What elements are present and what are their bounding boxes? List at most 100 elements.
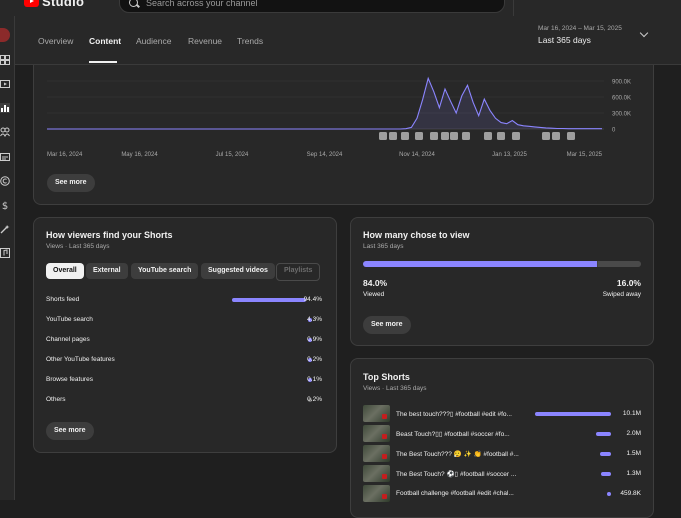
chart-area: [47, 78, 602, 129]
svg-text:$: $: [2, 201, 8, 210]
logo-text: Studio: [42, 0, 85, 9]
swiped-percent: 16.0%: [616, 278, 641, 288]
top-bar: Studio: [0, 0, 681, 16]
traffic-source-value: 0.9%: [307, 336, 322, 343]
community-icon[interactable]: [0, 127, 10, 137]
video-upload-marker[interactable]: [512, 132, 520, 140]
audio-library-icon[interactable]: [0, 248, 10, 258]
short-title[interactable]: The best touch???▯ #football #edit #fo..…: [396, 410, 521, 418]
short-views-bar: [599, 452, 611, 456]
video-upload-marker[interactable]: [430, 132, 438, 140]
viewed-percent: 84.0%: [363, 278, 388, 288]
subtitles-icon[interactable]: [0, 152, 10, 162]
video-upload-marker[interactable]: [441, 132, 449, 140]
x-tick-label: May 16, 2024: [121, 152, 158, 158]
top-short-row[interactable]: The Best Touch??? 😮‍💨 ✨ 👏 #football #...…: [363, 445, 641, 463]
video-upload-marker[interactable]: [415, 132, 423, 140]
tab-trends-label[interactable]: Trends: [237, 36, 263, 46]
traffic-source-row: Shorts feed 94.4%: [46, 294, 322, 306]
traffic-source-value: 94.4%: [303, 296, 322, 303]
date-range-button[interactable]: Mar 16, 2024 – Mar 15, 2025 Last 365 day…: [538, 25, 622, 45]
y-tick-label: 900.0K: [612, 80, 631, 86]
left-sidebar: $: [0, 16, 15, 500]
top-short-row[interactable]: Beast Touch?▯▯ #football #soccer #fo... 2…: [363, 425, 641, 443]
short-title[interactable]: Beast Touch?▯▯ #football #soccer #fo...: [396, 430, 521, 438]
short-thumbnail[interactable]: [363, 445, 390, 462]
chip-overall[interactable]: Overall: [46, 263, 84, 279]
video-upload-marker[interactable]: [542, 132, 550, 140]
top-shorts-subtitle: Views · Last 365 days: [363, 385, 427, 392]
traffic-sources-subtitle: Views · Last 365 days: [46, 243, 110, 250]
search-input[interactable]: [146, 0, 486, 12]
short-views-bar: [607, 492, 611, 496]
short-title[interactable]: The Best Touch??? 😮‍💨 ✨ 👏 #football #...: [396, 450, 521, 458]
traffic-sources-title: How viewers find your Shorts: [46, 230, 173, 240]
search-icon[interactable]: [129, 0, 138, 7]
video-upload-marker[interactable]: [552, 132, 560, 140]
analytics-icon[interactable]: [0, 103, 10, 113]
short-views-value: 2.0M: [626, 430, 641, 437]
x-tick-label: Jul 15, 2024: [216, 152, 249, 158]
see-more-chart-button[interactable]: See more: [47, 174, 95, 192]
copyright-icon[interactable]: [0, 176, 10, 186]
traffic-source-label: Other YouTube features: [46, 356, 115, 363]
video-upload-marker[interactable]: [497, 132, 505, 140]
tab-audience-label[interactable]: Audience: [136, 36, 171, 46]
tabs-overlay: Overview Content Audience Revenue Trends…: [15, 16, 681, 64]
youtube-studio-logo[interactable]: Studio: [24, 0, 84, 9]
video-upload-marker[interactable]: [401, 132, 409, 140]
traffic-source-value: 4.3%: [307, 316, 322, 323]
chip-external[interactable]: External: [86, 263, 128, 279]
traffic-source-bar: [232, 298, 306, 302]
traffic-source-label: Others: [46, 396, 66, 403]
short-thumbnail[interactable]: [363, 465, 390, 482]
date-range-dates-text: Mar 16, 2024 – Mar 15, 2025: [538, 25, 622, 32]
traffic-source-row: Channel pages 0.9%: [46, 334, 322, 346]
date-range-chevron-icon[interactable]: [639, 28, 649, 38]
x-tick-label: Jan 13, 2025: [492, 152, 527, 158]
video-upload-marker[interactable]: [389, 132, 397, 140]
see-more-chose-button[interactable]: See more: [363, 316, 411, 334]
video-upload-marker[interactable]: [567, 132, 575, 140]
channel-avatar[interactable]: [0, 28, 10, 42]
see-more-traffic-button[interactable]: See more: [46, 422, 94, 440]
short-thumbnail[interactable]: [363, 405, 390, 422]
viewed-vs-swiped-bar: [363, 261, 641, 267]
traffic-source-value: 0.1%: [307, 376, 322, 383]
video-upload-marker[interactable]: [450, 132, 458, 140]
content-icon[interactable]: [0, 79, 10, 89]
viewed-bar-fill: [363, 261, 597, 267]
earn-icon[interactable]: $: [0, 200, 10, 210]
tab-overview-label[interactable]: Overview: [38, 36, 73, 46]
dashboard-icon[interactable]: [0, 55, 10, 65]
chart-series-line[interactable]: [47, 76, 602, 130]
short-title[interactable]: Football challenge #football #edit #chal…: [396, 490, 521, 497]
short-views-value: 1.5M: [626, 450, 641, 457]
traffic-source-label: Browse features: [46, 376, 93, 383]
top-short-row[interactable]: The best touch???▯ #football #edit #fo..…: [363, 405, 641, 423]
chip-playlists[interactable]: Playlists: [276, 263, 321, 281]
y-tick-label: 300.0K: [612, 112, 631, 118]
video-upload-marker[interactable]: [379, 132, 387, 140]
chip-suggested-videos[interactable]: Suggested videos: [201, 263, 275, 279]
short-views-value: 10.1M: [622, 410, 641, 417]
top-short-row[interactable]: The Best Touch? ⚽▯ #football #soccer ...…: [363, 465, 641, 483]
customization-icon[interactable]: [0, 224, 10, 234]
chip-youtube-search[interactable]: YouTube search: [131, 263, 199, 279]
video-upload-marker[interactable]: [484, 132, 492, 140]
short-views-bar: [601, 472, 611, 476]
short-title[interactable]: The Best Touch? ⚽▯ #football #soccer ...: [396, 470, 521, 478]
search-box[interactable]: [119, 0, 505, 13]
tab-content-label[interactable]: Content: [89, 36, 121, 46]
short-thumbnail[interactable]: [363, 485, 390, 502]
tab-revenue-label[interactable]: Revenue: [188, 36, 222, 46]
top-shorts-title: Top Shorts: [363, 372, 410, 382]
top-short-row[interactable]: Football challenge #football #edit #chal…: [363, 485, 641, 503]
short-views-value: 459.8K: [620, 490, 641, 497]
x-tick-label: Mar 16, 2024: [47, 152, 83, 158]
youtube-play-icon: [24, 0, 39, 7]
video-upload-marker[interactable]: [462, 132, 470, 140]
y-tick-label: 600.0K: [612, 96, 631, 102]
x-tick-label: Nov 14, 2024: [399, 152, 435, 158]
short-thumbnail[interactable]: [363, 425, 390, 442]
